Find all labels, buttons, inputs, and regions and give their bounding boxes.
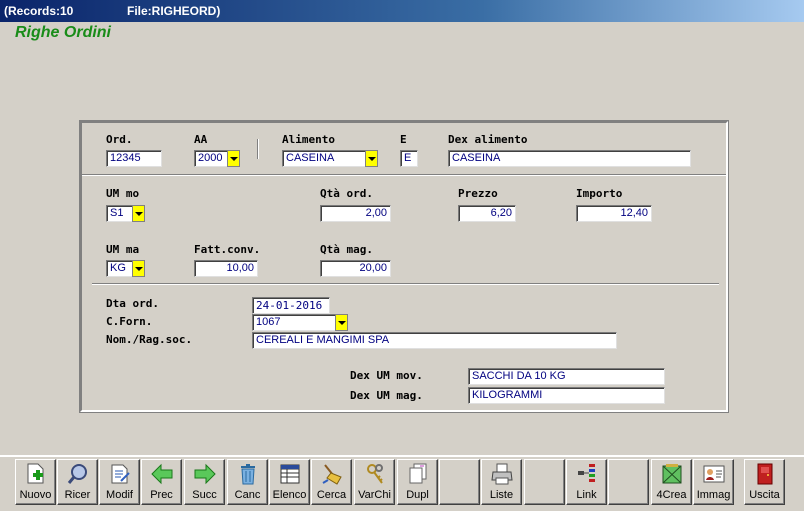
importo-label: Importo [576, 187, 623, 200]
image-card-icon [703, 465, 725, 483]
aa-dropdown-button[interactable] [227, 150, 240, 167]
qta-ord-field[interactable]: 2,00 [320, 205, 391, 222]
cerca-button[interactable]: Cerca [311, 459, 352, 505]
page-title: Righe Ordini [15, 24, 111, 41]
link-button[interactable]: Link [566, 459, 607, 505]
toolbar-label: Prec [150, 489, 173, 501]
toolbar-label: Link [576, 489, 597, 501]
c-forn-dropdown-button[interactable] [335, 314, 348, 331]
toolbar-label: Elenco [272, 489, 307, 501]
exit-door-icon [757, 463, 773, 485]
dex-um-mag-field[interactable]: KILOGRAMMI [468, 387, 665, 404]
search-icon [67, 464, 87, 484]
qta-mag-label: Qtà mag. [320, 243, 373, 256]
toolbar-label: Succ [192, 489, 217, 501]
new-document-icon [27, 463, 44, 484]
toolbar-label: Immag [696, 489, 731, 501]
alimento-dropdown-button[interactable] [365, 150, 378, 167]
arrow-right-icon [194, 463, 216, 485]
empty-toolbar-button[interactable] [608, 459, 649, 505]
empty-toolbar-button[interactable] [439, 459, 480, 505]
toolbar-label: 4Crea [656, 489, 687, 501]
link-icon [578, 464, 595, 482]
uscita-button[interactable]: Uscita [744, 459, 785, 505]
window-titlebar: (Records:10 File:RIGHEORD) [0, 0, 804, 22]
dta-ord-field[interactable]: 24-01-2016 [252, 297, 330, 314]
qta-mag-field[interactable]: 20,00 [320, 260, 391, 277]
section-divider [82, 174, 726, 176]
nuovo-button[interactable]: Nuovo [15, 459, 56, 505]
immag-button[interactable]: Immag [693, 459, 734, 505]
e-field[interactable]: E [400, 150, 418, 167]
prezzo-field[interactable]: 6,20 [458, 205, 516, 222]
toolbar-label: Cerca [316, 489, 347, 501]
um-ma-label: UM ma [106, 243, 140, 256]
um-ma-dropdown-button[interactable] [132, 260, 145, 277]
dex-um-mov-label: Dex UM mov. [350, 369, 423, 382]
dex-alimento-label: Dex alimento [448, 133, 528, 146]
toolbar-label: Uscita [749, 489, 780, 501]
ricer-button[interactable]: Ricer [57, 459, 98, 505]
c-forn-field[interactable]: 1067 [252, 314, 336, 331]
toolbar-label: Nuovo [19, 489, 52, 501]
modif-button[interactable]: Modif [99, 459, 140, 505]
nom-rag-soc-field[interactable]: CEREALI E MANGIMI SPA [252, 332, 617, 349]
dex-um-mag-label: Dex UM mag. [350, 389, 423, 402]
toolbar-label: Ricer [64, 489, 91, 501]
aa-label: AA [194, 133, 208, 146]
records-count: (Records:10 [4, 4, 74, 18]
dupl-button[interactable]: Dupl [397, 459, 438, 505]
toolbar-label: Modif [106, 489, 133, 501]
ord-label: Ord. [106, 133, 133, 146]
edit-icon [111, 464, 130, 484]
varchi-button[interactable]: VarChi [354, 459, 395, 505]
duplicate-icon [409, 463, 427, 484]
list-icon [280, 464, 300, 484]
c-forn-label: C.Forn. [106, 315, 153, 328]
um-mo-label: UM mo [106, 187, 140, 200]
canc-button[interactable]: Canc [227, 459, 268, 505]
alimento-field[interactable]: CASEINA [282, 150, 366, 167]
succ-button[interactable]: Succ [184, 459, 225, 505]
liste-button[interactable]: Liste [481, 459, 522, 505]
file-name: File:RIGHEORD) [127, 4, 221, 18]
dex-um-mov-field[interactable]: SACCHI DA 10 KG [468, 368, 665, 385]
prezzo-label: Prezzo [458, 187, 498, 200]
um-ma-field[interactable]: KG [106, 260, 133, 277]
importo-field[interactable]: 12,40 [576, 205, 652, 222]
broom-icon [322, 464, 342, 485]
qta-ord-label: Qtà ord. [320, 187, 373, 200]
ord-field[interactable]: 12345 [106, 150, 162, 167]
e-label: E [400, 133, 407, 146]
fatt-conv-field[interactable]: 10,00 [194, 260, 258, 277]
elenco-button[interactable]: Elenco [269, 459, 310, 505]
toolbar-label: Canc [234, 489, 261, 501]
dex-alimento-field[interactable]: CASEINA [448, 150, 691, 167]
arrow-left-icon [151, 463, 173, 485]
toolbar-label: VarChi [358, 489, 391, 501]
toolbar-label: Dupl [406, 489, 429, 501]
alimento-label: Alimento [282, 133, 335, 146]
section-divider [92, 283, 719, 285]
keys-icon [367, 464, 383, 484]
prec-button[interactable]: Prec [141, 459, 182, 505]
separator [257, 139, 259, 159]
dta-ord-label: Dta ord. [106, 297, 159, 310]
fatt-conv-label: Fatt.conv. [194, 243, 261, 256]
empty-toolbar-button[interactable] [524, 459, 565, 505]
create-icon [662, 464, 682, 484]
printer-icon [491, 463, 513, 485]
nom-rag-soc-label: Nom./Rag.soc. [106, 333, 193, 346]
aa-field[interactable]: 2000 [194, 150, 228, 167]
um-mo-field[interactable]: S1 [106, 205, 133, 222]
trash-icon [241, 464, 255, 485]
4crea-button[interactable]: 4Crea [651, 459, 692, 505]
toolbar-label: Liste [489, 489, 514, 501]
um-mo-dropdown-button[interactable] [132, 205, 145, 222]
